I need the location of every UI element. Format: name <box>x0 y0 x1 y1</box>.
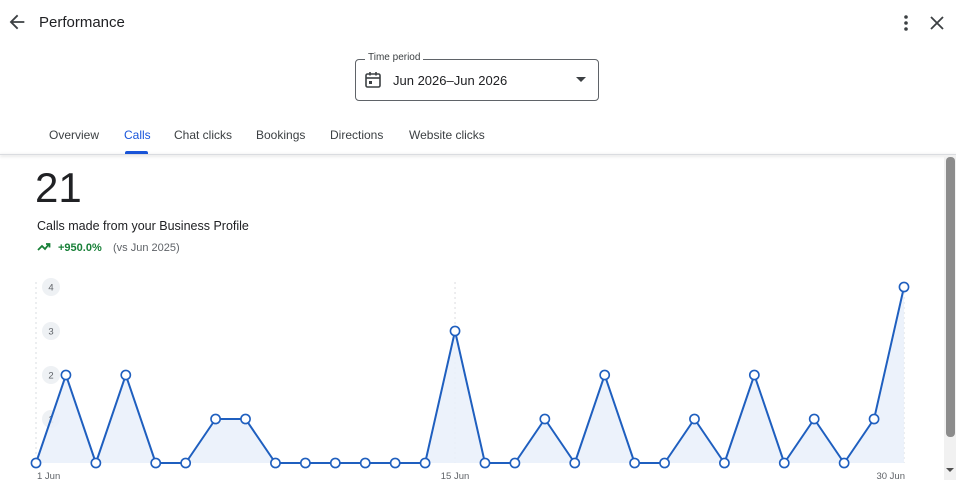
metric-label: Calls made from your Business Profile <box>37 219 249 233</box>
metric-tabs: Overview Calls Chat clicks Bookings Dire… <box>0 118 956 154</box>
arrow-back-icon[interactable] <box>6 11 28 33</box>
data-point <box>150 457 162 469</box>
metric-change: +950.0% <box>58 242 102 254</box>
data-point <box>30 457 42 469</box>
data-point <box>868 413 880 425</box>
data-point <box>748 369 760 381</box>
data-point <box>808 413 820 425</box>
tab-chat-clicks[interactable]: Chat clicks <box>174 128 232 142</box>
dropdown-caret-icon <box>576 77 586 82</box>
data-point <box>329 457 341 469</box>
time-period-select[interactable]: Time period Jun 2026–Jun 2026 <box>355 52 599 101</box>
data-point <box>60 369 72 381</box>
data-point <box>270 457 281 469</box>
page-title: Performance <box>39 14 125 31</box>
data-point <box>838 457 850 469</box>
calls-line-chart: 12341 Jun15 Jun30 Jun <box>30 278 910 480</box>
scrollbar-thumb[interactable] <box>946 157 955 437</box>
data-point <box>449 325 461 337</box>
tab-bookings[interactable]: Bookings <box>256 128 305 142</box>
data-point <box>599 369 611 381</box>
tab-overview[interactable]: Overview <box>49 128 99 142</box>
series-area <box>36 287 904 463</box>
data-point <box>629 457 641 469</box>
data-point <box>539 413 551 425</box>
metric-compare: (vs Jun 2025) <box>113 242 180 254</box>
metric-value: 21 <box>35 164 82 211</box>
data-point <box>299 457 311 469</box>
data-point <box>240 413 251 425</box>
data-point <box>359 457 371 469</box>
x-tick-label: 1 Jun <box>37 471 60 480</box>
data-point <box>569 457 581 469</box>
more-vert-icon[interactable] <box>896 12 916 34</box>
time-period-label: Time period <box>365 52 424 63</box>
data-point <box>210 413 221 425</box>
data-point <box>180 457 192 469</box>
trending-up-icon <box>37 243 51 251</box>
data-point <box>120 369 132 381</box>
data-point <box>479 457 491 469</box>
time-period-value: Jun 2026–Jun 2026 <box>393 73 508 88</box>
tab-calls[interactable]: Calls <box>124 128 151 142</box>
x-tick-label: 15 Jun <box>441 471 470 480</box>
data-point <box>719 457 730 469</box>
data-point <box>898 281 910 293</box>
data-point <box>90 457 102 469</box>
y-tick-label: 3 <box>48 327 53 338</box>
y-tick-label: 4 <box>48 283 53 294</box>
data-point <box>389 457 401 469</box>
data-point <box>689 413 700 425</box>
top-bar: Performance <box>0 0 956 48</box>
close-icon[interactable] <box>927 13 947 33</box>
x-tick-label: 30 Jun <box>876 471 905 480</box>
calendar-icon <box>365 72 381 88</box>
tab-website-clicks[interactable]: Website clicks <box>409 128 485 142</box>
data-point <box>659 457 670 469</box>
tab-directions[interactable]: Directions <box>330 128 383 142</box>
scroll-down-arrow-icon[interactable] <box>945 466 955 474</box>
data-point <box>509 457 521 469</box>
data-point <box>778 457 790 469</box>
data-point <box>419 457 431 469</box>
y-tick-label: 2 <box>48 371 53 382</box>
tabs-divider <box>0 154 956 155</box>
